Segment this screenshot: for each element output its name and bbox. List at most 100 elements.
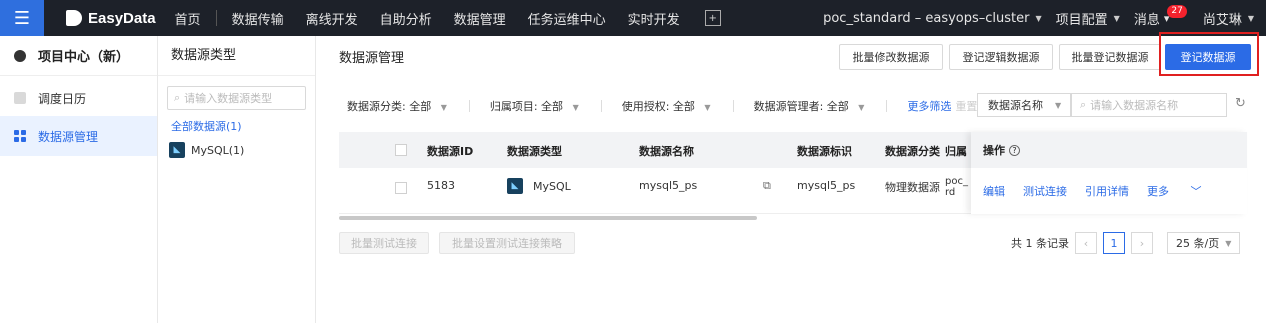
register-logic-button[interactable]: 登记逻辑数据源 xyxy=(949,44,1053,70)
reference-details-link[interactable]: 引用详情 xyxy=(1085,183,1129,199)
highlight-box xyxy=(1159,32,1259,76)
cluster-label: poc_standard – easyops–cluster xyxy=(823,10,1030,26)
nav-data-transfer[interactable]: 数据传输 xyxy=(221,9,295,28)
left-sidebar: 项目中心（新） 调度日历 数据源管理 xyxy=(0,36,158,323)
type-search-input[interactable]: ⌕ 请输入数据源类型 xyxy=(167,86,306,110)
batch-set-policy-button[interactable]: 批量设置测试连接策略 xyxy=(439,232,575,254)
search-icon: ⌕ xyxy=(1080,98,1087,111)
brand-logo[interactable]: EasyData xyxy=(66,10,156,27)
row-checkbox[interactable] xyxy=(395,182,407,194)
type-all-datasources[interactable]: 全部数据源(1) xyxy=(171,118,315,134)
more-label: 更多 xyxy=(1147,185,1169,198)
page-size-label: 25 条/页 xyxy=(1176,237,1220,250)
caret-down-icon: ▼ xyxy=(1055,100,1062,110)
chevron-down-icon: ﹀ xyxy=(1190,185,1202,198)
prev-page-button[interactable]: ‹ xyxy=(1075,232,1097,254)
message-count-badge: 27 xyxy=(1167,4,1187,18)
column-header-identifier[interactable]: 数据源标识 xyxy=(797,143,852,159)
nav-data-management[interactable]: 数据管理 xyxy=(443,9,517,28)
type-search-placeholder: 请输入数据源类型 xyxy=(184,92,273,105)
calendar-icon xyxy=(14,92,26,104)
help-icon[interactable]: ? xyxy=(1009,144,1020,156)
caret-down-icon: ▼ xyxy=(1035,13,1042,23)
batch-test-connection-button[interactable]: 批量测试连接 xyxy=(339,232,429,254)
page-number-button[interactable]: 1 xyxy=(1103,232,1125,254)
menu-icon[interactable]: ☰ xyxy=(0,0,44,36)
type-item-label: MySQL(1) xyxy=(191,143,245,157)
batch-register-button[interactable]: 批量登记数据源 xyxy=(1059,44,1161,70)
copy-icon[interactable]: ⧉ xyxy=(763,179,771,193)
user-menu[interactable]: 尚艾琳 ▼ xyxy=(1203,9,1254,28)
search-field-select[interactable]: 数据源名称 ▼ xyxy=(977,93,1071,117)
filter-manager-label: 数据源管理者: 全部 xyxy=(753,100,849,113)
filter-divider xyxy=(732,100,734,112)
test-connection-link[interactable]: 测试连接 xyxy=(1023,183,1067,199)
filter-divider xyxy=(600,100,602,112)
horizontal-scrollbar[interactable] xyxy=(339,216,757,220)
filter-category-label: 数据源分类: 全部 xyxy=(347,100,432,113)
top-bar: ☰ EasyData 首页 数据传输 离线开发 自助分析 数据管理 任务运维中心… xyxy=(0,0,1266,36)
filter-category[interactable]: 数据源分类: 全部 ▼ xyxy=(347,98,447,114)
cell-name-link[interactable]: mysql5_ps xyxy=(639,179,697,192)
select-all-checkbox[interactable] xyxy=(395,144,407,156)
project-config-menu[interactable]: 项目配置 ▼ xyxy=(1056,9,1120,28)
refresh-icon[interactable]: ↻ xyxy=(1235,96,1246,111)
ops-header-label: 操作 xyxy=(983,144,1005,157)
filter-auth[interactable]: 使用授权: 全部 ▼ xyxy=(622,98,711,114)
caret-down-icon: ▼ xyxy=(704,103,711,112)
add-icon[interactable]: + xyxy=(704,10,721,26)
cell-owner: poc_ rd xyxy=(945,176,968,198)
column-header-category[interactable]: 数据源分类 xyxy=(885,143,940,159)
ops-header: 操作 ? xyxy=(971,132,1247,168)
page-size-select[interactable]: 25 条/页 ▼ xyxy=(1167,232,1241,254)
project-center-icon xyxy=(14,49,26,62)
nav-realtime-dev[interactable]: 实时开发 xyxy=(617,9,691,28)
filter-auth-label: 使用授权: 全部 xyxy=(621,100,695,113)
column-header-type[interactable]: 数据源类型 xyxy=(507,143,562,159)
caret-down-icon: ▼ xyxy=(1247,13,1254,23)
column-header-owner[interactable]: 归属 xyxy=(945,143,967,159)
more-actions-link[interactable]: 更多 ﹀ xyxy=(1147,183,1220,199)
edit-link[interactable]: 编辑 xyxy=(983,183,1005,199)
filter-bar: 数据源分类: 全部 ▼ 归属项目: 全部 ▼ 使用授权: 全部 ▼ 数据源管理者… xyxy=(347,98,977,114)
caret-down-icon: ▼ xyxy=(858,103,865,112)
column-header-id[interactable]: 数据源ID xyxy=(427,143,473,159)
type-item-mysql[interactable]: ◣ MySQL(1) xyxy=(169,142,315,158)
nav-offline-dev[interactable]: 离线开发 xyxy=(295,9,369,28)
mysql-icon: ◣ xyxy=(169,142,185,158)
grid-icon xyxy=(14,130,26,142)
caret-down-icon: ▼ xyxy=(572,103,579,112)
cell-id: 5183 xyxy=(427,179,455,192)
reset-link[interactable]: 重置 xyxy=(955,98,977,114)
more-filters-link[interactable]: 更多筛选 xyxy=(907,98,951,114)
total-records: 共 1 条记录 xyxy=(1011,237,1069,250)
messages-menu[interactable]: 消息 ▾ 27 xyxy=(1133,4,1189,28)
sidebar-title-label: 项目中心（新） xyxy=(38,50,130,65)
user-name: 尚艾琳 xyxy=(1202,12,1242,28)
messages-label: 消息 xyxy=(1133,12,1160,28)
filter-divider xyxy=(886,100,888,112)
cluster-select[interactable]: poc_standard – easyops–cluster ▼ xyxy=(823,11,1042,26)
caret-down-icon: ▼ xyxy=(1225,238,1232,248)
brand-mark-icon xyxy=(66,10,82,26)
filter-project[interactable]: 归属项目: 全部 ▼ xyxy=(490,98,579,114)
nav-self-analysis[interactable]: 自助分析 xyxy=(369,9,443,28)
project-config-label: 项目配置 xyxy=(1055,12,1108,28)
search-field-label: 数据源名称 xyxy=(988,99,1043,112)
ops-actions: 编辑 测试连接 引用详情 更多 ﹀ xyxy=(971,168,1247,214)
cell-type: ◣ MySQL xyxy=(507,178,571,194)
caret-down-icon: ▼ xyxy=(1113,13,1120,23)
search-placeholder: 请输入数据源名称 xyxy=(1090,99,1179,112)
sidebar-item-schedule-calendar[interactable]: 调度日历 xyxy=(0,80,157,116)
sidebar-title: 项目中心（新） xyxy=(0,36,157,76)
datasource-name-search-input[interactable]: ⌕ 请输入数据源名称 xyxy=(1071,93,1227,117)
nav-ops-center[interactable]: 任务运维中心 xyxy=(517,9,617,28)
nav-home[interactable]: 首页 xyxy=(164,9,212,28)
column-header-name[interactable]: 数据源名称 xyxy=(639,143,694,159)
filter-manager[interactable]: 数据源管理者: 全部 ▼ xyxy=(754,98,865,114)
batch-edit-button[interactable]: 批量修改数据源 xyxy=(839,44,943,70)
next-page-button[interactable]: › xyxy=(1131,232,1153,254)
mysql-icon: ◣ xyxy=(507,178,523,194)
sidebar-item-datasource-management[interactable]: 数据源管理 xyxy=(0,116,157,156)
pagination: 共 1 条记录 ‹ 1 › 25 条/页 ▼ xyxy=(1011,232,1241,254)
